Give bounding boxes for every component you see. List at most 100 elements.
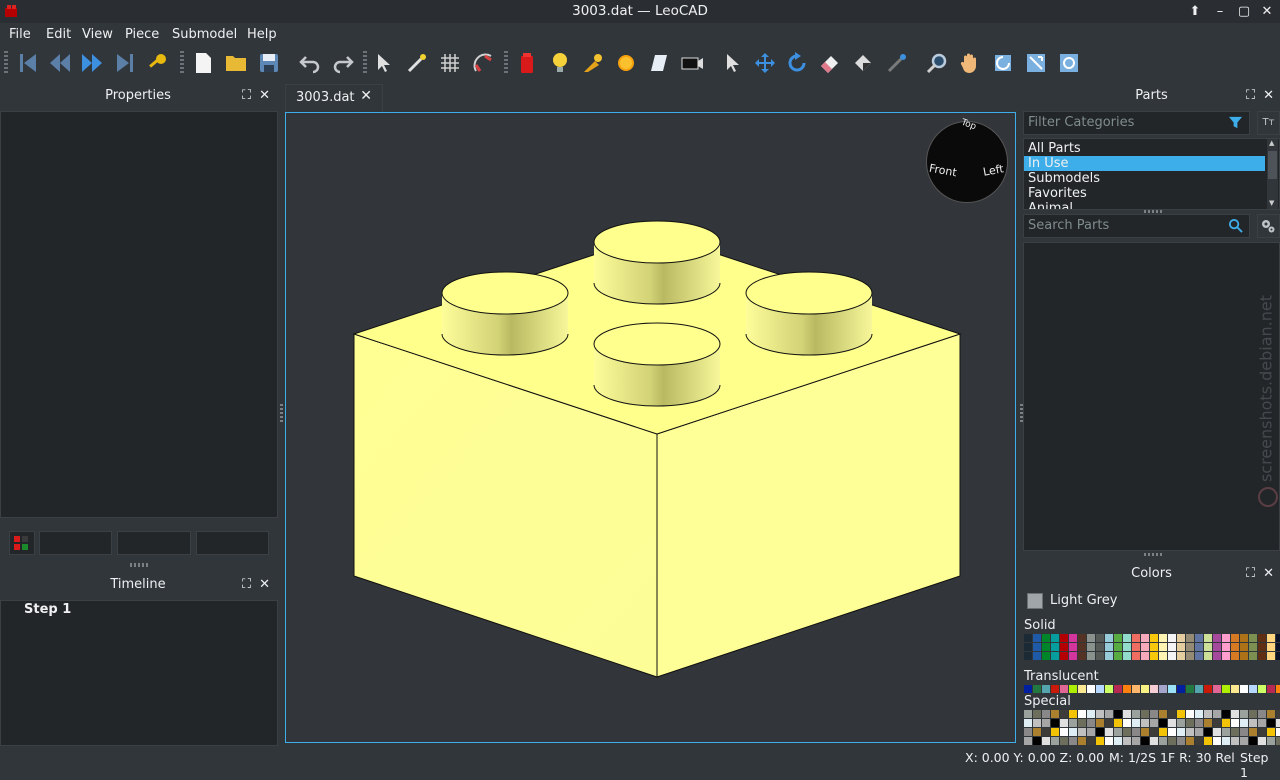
parts-settings-button[interactable]: [1257, 214, 1280, 238]
special-color-swatch[interactable]: [1096, 728, 1104, 736]
solid-color-swatch[interactable]: [1051, 634, 1059, 642]
solid-color-swatch[interactable]: [1276, 634, 1280, 642]
view-sphere-front[interactable]: Front: [928, 162, 958, 180]
special-color-swatch[interactable]: [1078, 710, 1086, 718]
solid-color-swatch[interactable]: [1240, 643, 1248, 651]
special-color-swatch[interactable]: [1132, 728, 1140, 736]
solid-color-swatch[interactable]: [1159, 652, 1167, 660]
solid-color-swatch[interactable]: [1051, 643, 1059, 651]
solid-color-swatch[interactable]: [1168, 643, 1176, 651]
solid-color-swatch[interactable]: [1105, 634, 1113, 642]
move-tool-icon[interactable]: [751, 49, 779, 77]
solid-color-swatch[interactable]: [1231, 652, 1239, 660]
special-color-swatch[interactable]: [1177, 719, 1185, 727]
translucent-color-swatch[interactable]: [1051, 685, 1059, 693]
special-color-swatch[interactable]: [1105, 710, 1113, 718]
camera-icon[interactable]: [678, 49, 706, 77]
special-color-swatch[interactable]: [1249, 719, 1257, 727]
special-color-swatch[interactable]: [1195, 719, 1203, 727]
solid-color-swatch[interactable]: [1276, 643, 1280, 651]
solid-color-swatch[interactable]: [1267, 643, 1275, 651]
translucent-color-swatch[interactable]: [1267, 685, 1275, 693]
solid-color-swatch[interactable]: [1150, 634, 1158, 642]
category-animal[interactable]: Animal: [1028, 201, 1073, 209]
solid-color-swatch[interactable]: [1114, 634, 1122, 642]
special-color-swatch[interactable]: [1222, 728, 1230, 736]
solid-color-swatch[interactable]: [1276, 652, 1280, 660]
zoom-region-icon[interactable]: [1022, 49, 1050, 77]
solid-color-swatch[interactable]: [1042, 634, 1050, 642]
solid-color-swatch[interactable]: [1060, 652, 1068, 660]
solid-color-swatch[interactable]: [1249, 643, 1257, 651]
zoom-extents-icon[interactable]: [1055, 49, 1083, 77]
special-color-swatch[interactable]: [1123, 710, 1131, 718]
special-color-swatch[interactable]: [1114, 719, 1122, 727]
special-color-swatch[interactable]: [1069, 710, 1077, 718]
solid-color-swatch[interactable]: [1033, 634, 1041, 642]
solid-color-swatch[interactable]: [1069, 652, 1077, 660]
special-color-swatch[interactable]: [1258, 719, 1266, 727]
special-color-swatch[interactable]: [1258, 710, 1266, 718]
solid-color-swatch[interactable]: [1186, 652, 1194, 660]
translucent-color-swatch[interactable]: [1258, 685, 1266, 693]
previous-step-icon[interactable]: [46, 49, 74, 77]
solid-color-swatch[interactable]: [1024, 643, 1032, 651]
solid-color-swatch[interactable]: [1033, 652, 1041, 660]
zoom-icon[interactable]: [923, 49, 951, 77]
property-field-1[interactable]: [39, 531, 112, 555]
property-field-2[interactable]: [117, 531, 191, 555]
translucent-color-swatch[interactable]: [1276, 685, 1280, 693]
color-picker-icon[interactable]: [883, 49, 911, 77]
translucent-color-swatch[interactable]: [1042, 685, 1050, 693]
special-color-swatch[interactable]: [1213, 737, 1221, 745]
special-color-swatch[interactable]: [1051, 737, 1059, 745]
solid-color-swatch[interactable]: [1195, 643, 1203, 651]
menu-submodel[interactable]: Submodel: [172, 27, 237, 42]
solid-color-swatch[interactable]: [1204, 652, 1212, 660]
rotate-tool-icon[interactable]: [783, 49, 811, 77]
translucent-color-swatch[interactable]: [1060, 685, 1068, 693]
solid-color-swatch[interactable]: [1240, 634, 1248, 642]
special-color-swatch[interactable]: [1168, 710, 1176, 718]
property-field-3[interactable]: [196, 531, 269, 555]
timeline-step[interactable]: Step 1: [24, 602, 71, 617]
solid-color-swatch[interactable]: [1051, 652, 1059, 660]
special-color-swatch[interactable]: [1141, 737, 1149, 745]
solid-color-swatch[interactable]: [1267, 652, 1275, 660]
special-color-swatch[interactable]: [1024, 719, 1032, 727]
special-color-swatch[interactable]: [1240, 710, 1248, 718]
special-color-swatch[interactable]: [1276, 710, 1280, 718]
special-color-swatch[interactable]: [1249, 728, 1257, 736]
special-color-swatch[interactable]: [1240, 719, 1248, 727]
special-color-swatch[interactable]: [1141, 719, 1149, 727]
close-window-button[interactable]: ✕: [1258, 3, 1276, 21]
special-color-swatch[interactable]: [1195, 710, 1203, 718]
translucent-color-swatch[interactable]: [1222, 685, 1230, 693]
toolbar-grip[interactable]: [504, 51, 508, 75]
special-color-swatch[interactable]: [1249, 737, 1257, 745]
solid-color-swatch[interactable]: [1123, 652, 1131, 660]
special-color-swatch[interactable]: [1159, 719, 1167, 727]
solid-color-swatch[interactable]: [1240, 652, 1248, 660]
special-color-swatch[interactable]: [1150, 710, 1158, 718]
search-icon[interactable]: [1228, 218, 1243, 233]
special-color-swatch[interactable]: [1258, 728, 1266, 736]
solid-color-swatch[interactable]: [1258, 634, 1266, 642]
special-color-swatch[interactable]: [1105, 728, 1113, 736]
special-color-swatch[interactable]: [1213, 728, 1221, 736]
sun-light-icon[interactable]: [612, 49, 640, 77]
special-color-swatch[interactable]: [1051, 728, 1059, 736]
special-color-swatch[interactable]: [1267, 737, 1275, 745]
special-color-swatch[interactable]: [1060, 737, 1068, 745]
special-color-swatch[interactable]: [1024, 737, 1032, 745]
special-color-swatch[interactable]: [1276, 728, 1280, 736]
solid-color-swatch[interactable]: [1123, 643, 1131, 651]
close-tab-icon[interactable]: ✕: [360, 88, 372, 104]
special-color-swatch[interactable]: [1105, 719, 1113, 727]
solid-color-swatch[interactable]: [1177, 643, 1185, 651]
toolbar-grip[interactable]: [4, 51, 8, 75]
float-dock-icon[interactable]: ⛶: [242, 573, 251, 597]
translucent-color-swatch[interactable]: [1150, 685, 1158, 693]
minimize-button[interactable]: –: [1211, 3, 1229, 21]
solid-color-swatch[interactable]: [1087, 643, 1095, 651]
